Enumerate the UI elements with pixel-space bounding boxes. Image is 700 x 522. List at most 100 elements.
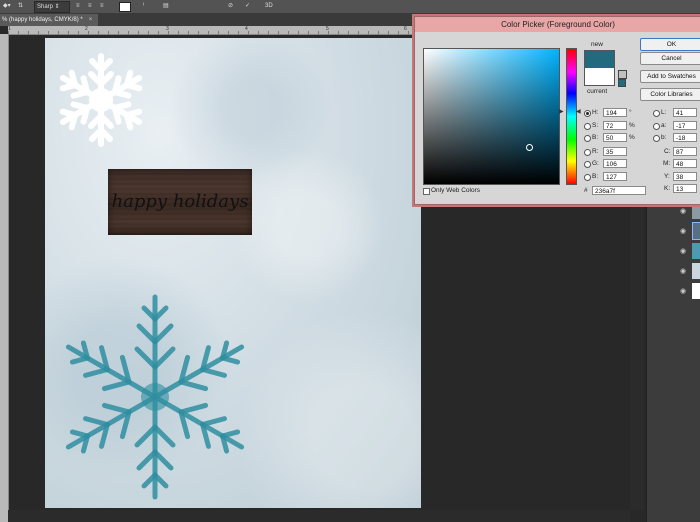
document-tab[interactable]: % (happy holidays, CMYK/8) * ×: [0, 14, 99, 26]
hex-input[interactable]: 236a7f: [592, 186, 646, 195]
web-safe-color-icon[interactable]: [618, 79, 626, 87]
green-radio[interactable]: [584, 161, 591, 168]
ruler-label: 4: [245, 26, 248, 32]
red-input[interactable]: 35: [603, 147, 627, 156]
3d-label: 3D: [265, 3, 273, 9]
magenta-label: M:: [663, 160, 671, 167]
b-channel-label: b:: [661, 134, 667, 141]
brightness-input[interactable]: 50: [603, 133, 627, 142]
saturation-unit: %: [629, 122, 635, 129]
text-color-swatch[interactable]: [119, 2, 131, 12]
black-input[interactable]: 13: [673, 184, 697, 193]
eye-icon[interactable]: ◉: [680, 267, 686, 275]
snowflake-large: [65, 294, 245, 500]
out-of-gamut-cube-icon[interactable]: [618, 70, 627, 79]
horizontal-scrollbar[interactable]: [8, 510, 630, 522]
align-center-icon[interactable]: ≡: [88, 1, 92, 11]
card-wood-panel[interactable]: happy holidays: [108, 169, 252, 235]
close-icon[interactable]: ×: [89, 17, 93, 23]
blue-radio[interactable]: [584, 174, 591, 181]
magenta-input[interactable]: 48: [673, 159, 697, 168]
ruler-label: 6: [404, 26, 407, 32]
saturation-label: S:: [592, 122, 599, 129]
new-label: new: [591, 41, 603, 48]
ruler-label: 1: [8, 26, 11, 32]
color-libraries-button[interactable]: Color Libraries: [640, 88, 700, 101]
eye-icon[interactable]: ◉: [680, 287, 686, 295]
blue-input[interactable]: 127: [603, 172, 627, 181]
eye-icon[interactable]: ◉: [680, 207, 686, 215]
3d-icon[interactable]: 3D: [265, 1, 273, 11]
cancel-button[interactable]: Cancel: [640, 52, 700, 65]
lightness-radio[interactable]: [653, 110, 660, 117]
current-label: current: [587, 88, 608, 95]
saturation-radio[interactable]: [584, 123, 591, 130]
document-canvas[interactable]: happy holidays: [45, 38, 421, 508]
brush-settings-icon[interactable]: ⇅: [18, 1, 23, 11]
hue-slider-right-arrow-icon[interactable]: ◀: [576, 108, 581, 115]
only-web-colors-checkbox[interactable]: [423, 188, 430, 195]
hue-radio[interactable]: [584, 110, 591, 117]
red-label: R:: [592, 148, 599, 155]
document-tab-title: % (happy holidays, CMYK/8) *: [2, 17, 83, 23]
layer-thumbnail[interactable]: [692, 263, 700, 279]
hue-label: H:: [592, 109, 599, 116]
dialog-title[interactable]: Color Picker (Foreground Color): [415, 17, 700, 32]
card-text[interactable]: happy holidays: [108, 191, 252, 212]
brightness-label: B:: [592, 134, 599, 141]
add-to-swatches-button[interactable]: Add to Swatches: [640, 70, 700, 83]
b-channel-input[interactable]: -18: [673, 133, 697, 142]
brightness-unit: %: [629, 134, 635, 141]
blue-label: B:: [592, 173, 599, 180]
layer-thumbnail[interactable]: [692, 283, 700, 299]
align-left-icon[interactable]: ≡: [76, 1, 80, 11]
commit-edit-icon[interactable]: ✓: [245, 1, 250, 11]
yellow-input[interactable]: 38: [673, 172, 697, 181]
a-channel-input[interactable]: -17: [673, 121, 697, 130]
b-channel-radio[interactable]: [653, 135, 660, 142]
lightness-label: L:: [661, 109, 667, 116]
vertical-ruler: [0, 34, 9, 522]
color-field-cursor[interactable]: [526, 144, 533, 151]
yellow-label: Y:: [664, 173, 670, 180]
only-web-colors-label: Only Web Colors: [431, 187, 481, 194]
eye-icon[interactable]: ◉: [680, 227, 686, 235]
align-right-icon[interactable]: ≡: [100, 1, 104, 11]
saturation-input[interactable]: 72: [603, 121, 627, 130]
snowflake-small: [59, 53, 143, 147]
ruler-label: 2: [85, 26, 88, 32]
cancel-edit-icon[interactable]: ⊘: [228, 1, 233, 11]
a-channel-radio[interactable]: [653, 123, 660, 130]
antialias-value: Sharp: [37, 4, 54, 10]
layer-thumbnail[interactable]: [692, 203, 700, 219]
hue-slider[interactable]: [566, 48, 577, 185]
hue-input[interactable]: 194: [603, 108, 627, 117]
color-field[interactable]: [423, 48, 560, 185]
black-label: K:: [664, 185, 671, 192]
red-radio[interactable]: [584, 149, 591, 156]
hue-unit: °: [629, 109, 632, 116]
layer-thumbnail[interactable]: [692, 222, 700, 240]
options-bar: ◆▾ ⇅ Sharp ⇕ ≡ ≡ ≡ ᴵ ▤ ⊘ ✓ 3D: [0, 0, 700, 14]
layer-thumbnail[interactable]: [692, 243, 700, 259]
a-channel-label: a:: [661, 122, 667, 129]
ok-button[interactable]: OK: [640, 38, 700, 51]
warp-text-icon[interactable]: ᴵ: [143, 1, 144, 11]
hue-slider-left-arrow-icon[interactable]: ▶: [559, 108, 564, 115]
green-input[interactable]: 106: [603, 159, 627, 168]
lightness-input[interactable]: 41: [673, 108, 697, 117]
tool-preset-icon[interactable]: ◆▾: [3, 1, 11, 11]
cyan-label: C:: [664, 148, 671, 155]
character-panel-icon[interactable]: ▤: [163, 1, 169, 11]
ruler-label: 5: [326, 26, 329, 32]
hex-label: #: [584, 187, 588, 194]
brightness-radio[interactable]: [584, 135, 591, 142]
ruler-label: 3: [166, 26, 169, 32]
antialias-select[interactable]: Sharp ⇕: [34, 1, 70, 13]
current-color-swatch[interactable]: [584, 68, 615, 86]
eye-icon[interactable]: ◉: [680, 247, 686, 255]
new-color-swatch: [584, 50, 615, 68]
color-picker-dialog: Color Picker (Foreground Color) ▶ ◀ new …: [414, 16, 700, 205]
cyan-input[interactable]: 87: [673, 147, 697, 156]
green-label: G:: [592, 160, 599, 167]
